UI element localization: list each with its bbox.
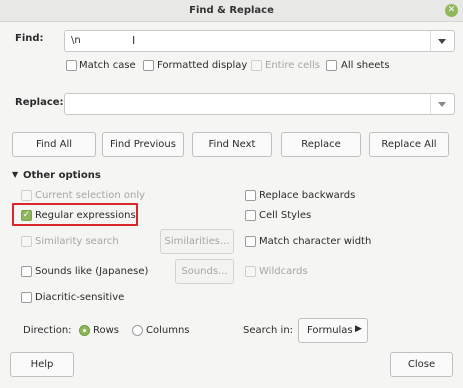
cell-styles-checkbox[interactable] bbox=[245, 210, 256, 221]
wildcards-label: Wildcards bbox=[259, 266, 308, 277]
sounds-button: Sounds... bbox=[175, 259, 234, 284]
chevron-right-icon: ▶ bbox=[355, 324, 362, 334]
entire-cells-checkbox bbox=[251, 60, 262, 71]
replace-button[interactable]: Replace bbox=[281, 132, 361, 157]
close-button[interactable]: Close bbox=[390, 352, 453, 377]
regular-expressions-highlight bbox=[12, 203, 138, 226]
replace-backwards-label: Replace backwards bbox=[259, 190, 356, 201]
find-all-button[interactable]: Find All bbox=[12, 132, 96, 157]
wildcards-checkbox bbox=[245, 266, 256, 277]
find-next-button[interactable]: Find Next bbox=[192, 132, 272, 157]
replace-backwards-checkbox[interactable] bbox=[245, 190, 256, 201]
current-selection-only-checkbox bbox=[21, 190, 32, 201]
find-input-value: \n bbox=[71, 35, 81, 46]
formatted-display-checkbox[interactable] bbox=[143, 60, 154, 71]
match-character-width-label: Match character width bbox=[259, 236, 372, 247]
replace-history-chevron-down-icon[interactable] bbox=[438, 102, 446, 107]
cell-styles-label: Cell Styles bbox=[259, 210, 312, 221]
similarity-search-label: Similarity search bbox=[35, 236, 119, 247]
expander-triangle-icon[interactable]: ▼ bbox=[12, 170, 18, 179]
match-case-checkbox[interactable] bbox=[66, 60, 77, 71]
replace-all-button[interactable]: Replace All bbox=[369, 132, 449, 157]
search-in-value: Formulas bbox=[307, 325, 353, 336]
columns-label: Columns bbox=[146, 325, 190, 336]
window-title: Find & Replace bbox=[189, 5, 274, 16]
current-selection-only-label: Current selection only bbox=[35, 190, 146, 201]
close-window-icon[interactable]: ✕ bbox=[445, 4, 458, 17]
entire-cells-label: Entire cells bbox=[265, 60, 320, 71]
similarities-button: Similarities... bbox=[160, 229, 234, 254]
find-history-chevron-down-icon[interactable] bbox=[438, 39, 446, 44]
diacritic-sensitive-label: Diacritic-sensitive bbox=[35, 292, 125, 303]
dropdown-divider bbox=[430, 31, 431, 51]
match-case-label: Match case bbox=[79, 60, 136, 71]
columns-radio[interactable] bbox=[132, 325, 143, 336]
sounds-like-checkbox[interactable] bbox=[21, 266, 32, 277]
replace-label: Replace: bbox=[15, 97, 64, 108]
search-in-label: Search in: bbox=[243, 325, 294, 336]
formatted-display-label: Formatted display bbox=[157, 60, 248, 71]
replace-input[interactable] bbox=[64, 93, 455, 115]
rows-label: Rows bbox=[93, 325, 120, 336]
all-sheets-checkbox[interactable] bbox=[326, 60, 337, 71]
text-cursor-icon: I bbox=[132, 34, 136, 47]
dropdown-divider bbox=[430, 94, 431, 114]
search-in-menu-button[interactable]: Formulas ▶ bbox=[298, 318, 368, 343]
similarity-search-checkbox bbox=[21, 236, 32, 247]
rows-radio[interactable] bbox=[79, 325, 90, 336]
find-previous-button[interactable]: Find Previous bbox=[102, 132, 184, 157]
find-label: Find: bbox=[15, 33, 44, 44]
match-character-width-checkbox[interactable] bbox=[245, 236, 256, 247]
other-options-header[interactable]: Other options bbox=[23, 170, 101, 181]
find-input[interactable]: \n I bbox=[64, 30, 455, 52]
diacritic-sensitive-checkbox[interactable] bbox=[21, 292, 32, 303]
sounds-like-label: Sounds like (Japanese) bbox=[35, 266, 149, 277]
all-sheets-label: All sheets bbox=[341, 60, 390, 71]
direction-label: Direction: bbox=[23, 325, 72, 336]
help-button[interactable]: Help bbox=[10, 352, 74, 377]
